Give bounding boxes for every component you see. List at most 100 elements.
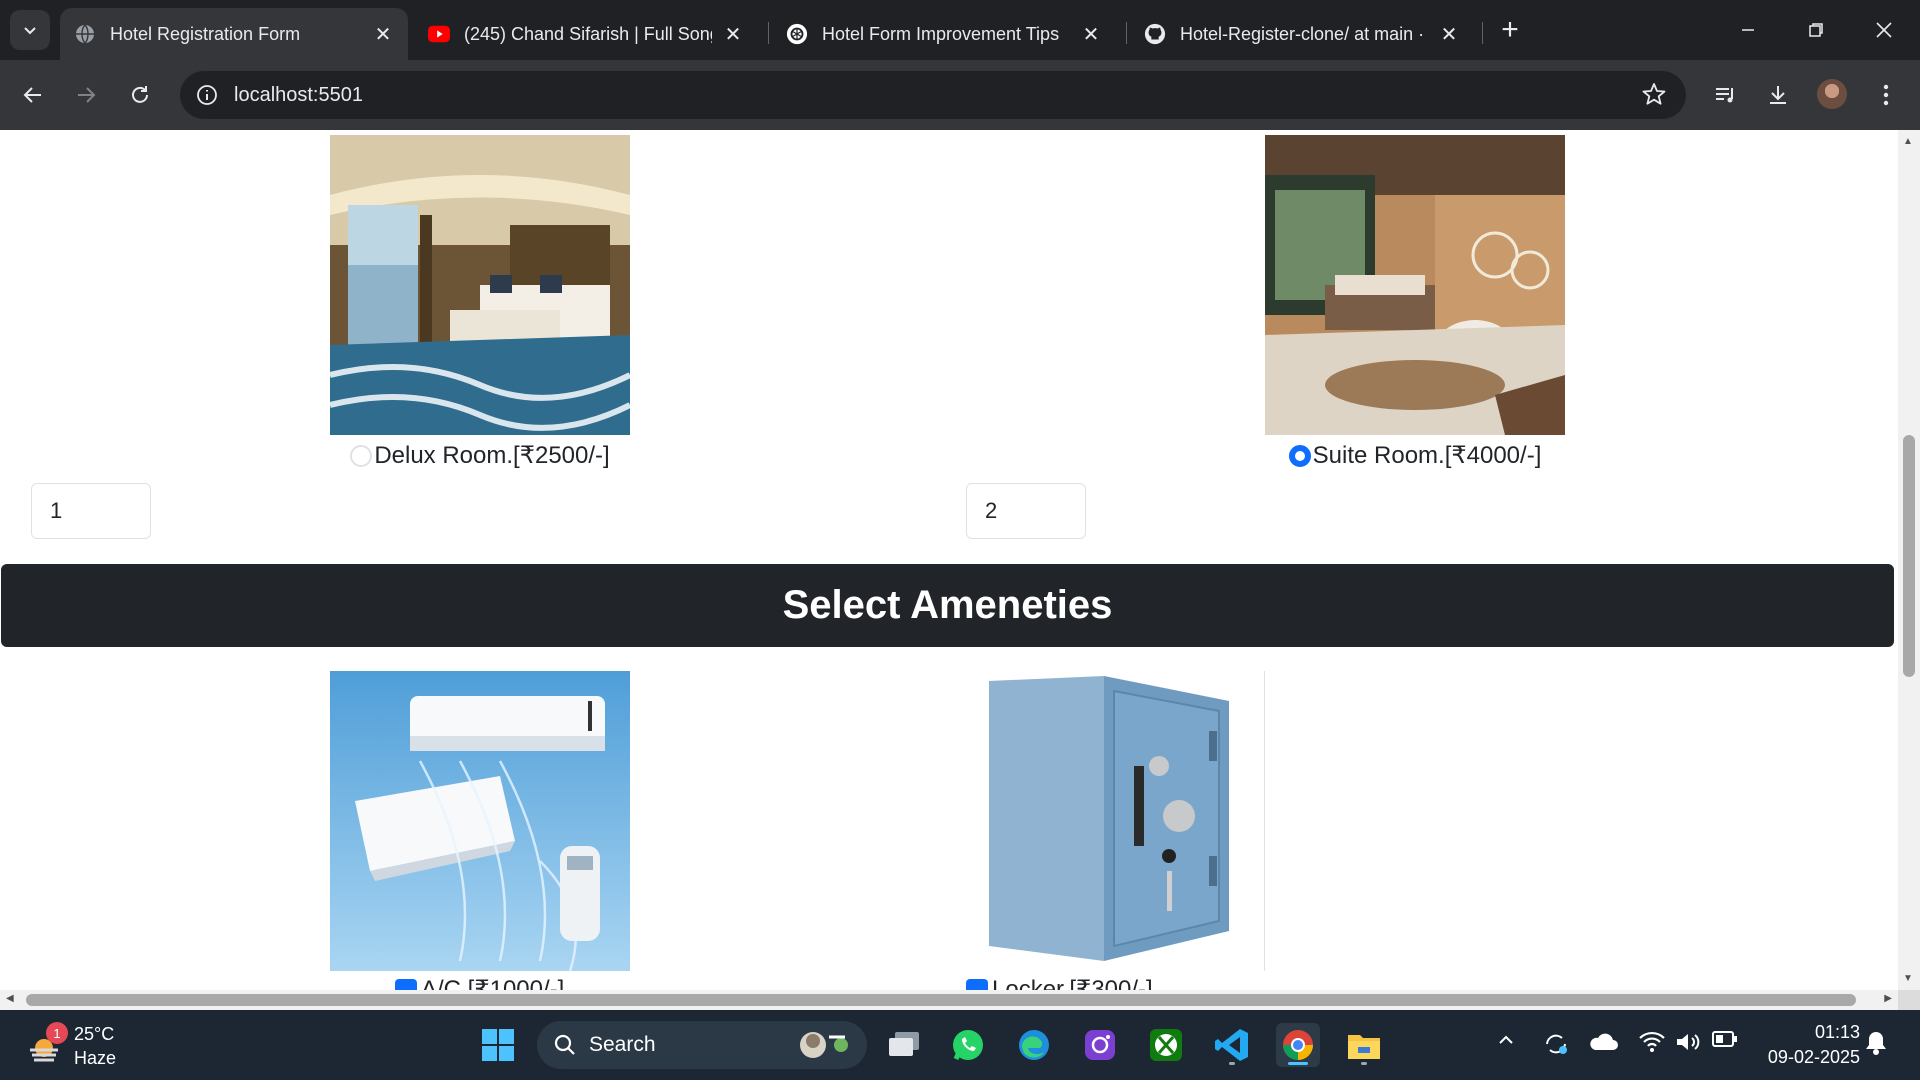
cloud-icon [1590,1033,1618,1050]
restore-icon [1809,23,1823,37]
room-option-suite[interactable]: Suite Room.[₹4000/-] [1265,441,1565,470]
running-indicator [1229,1062,1235,1065]
room-radio[interactable] [1288,444,1311,467]
windows-taskbar: 1 25°C Haze Search 01:13 09-02-2025 [0,1010,1920,1080]
tab-title: Hotel-Register-clone/ at main · [1180,23,1425,44]
tab-title: Hotel Form Improvement Tips [822,23,1060,44]
tab-title: (245) Chand Sifarish | Full Song [464,23,712,44]
reload-button[interactable] [120,75,160,115]
close-window-button[interactable] [1856,8,1912,52]
url-text[interactable]: localhost:5501 [234,84,363,107]
notification-center-button[interactable] [1864,1030,1888,1056]
room-label-text: Delux Room.[₹2500/-] [374,442,610,469]
battery-tray-button[interactable] [1712,1030,1738,1048]
taskbar-clock[interactable]: 01:13 09-02-2025 [1768,1020,1860,1070]
minimize-button[interactable] [1720,8,1776,52]
close-tab-icon[interactable]: ✕ [372,23,394,46]
instagram-icon [1085,1030,1115,1060]
reload-icon [132,86,148,103]
room-option-delux[interactable]: Delux Room.[₹2500/-] [330,441,630,470]
close-tab-icon[interactable]: ✕ [722,23,744,46]
whatsapp-icon [953,1030,983,1060]
tab-search-button[interactable] [10,10,50,50]
openai-icon [786,23,808,45]
chevron-down-icon [24,27,36,35]
restore-button[interactable] [1788,8,1844,52]
forward-button[interactable] [66,75,106,115]
scroll-down-icon[interactable]: ▼ [1903,973,1913,984]
scrollbar-thumb[interactable] [1903,435,1915,677]
folder-icon [1348,1035,1380,1059]
room-card-delux: Delux Room.[₹2500/-] [330,135,630,470]
show-hidden-icons-button[interactable] [1496,1030,1516,1050]
globe-icon [74,23,96,45]
tab-github[interactable]: Hotel-Register-clone/ at main · ✕ [1130,8,1474,60]
browser-toolbar: localhost:5501 [0,60,1920,130]
weather-temperature: 25°C [74,1024,115,1044]
edge-button[interactable] [1012,1023,1056,1067]
tab-separator [768,22,769,44]
scroll-right-icon[interactable]: ▶ [1884,993,1892,1004]
github-icon [1144,23,1166,45]
scrollbar-corner [1898,990,1920,1010]
sync-tray-button[interactable] [1542,1030,1570,1058]
taskbar-search[interactable]: Search [537,1021,867,1069]
horizontal-scrollbar[interactable]: ◀ ▶ [0,990,1898,1010]
more-vertical-icon [1883,84,1889,106]
bookmark-star-icon[interactable] [1642,82,1666,111]
volume-tray-button[interactable] [1674,1030,1702,1054]
room-radio[interactable] [350,444,373,467]
tab-title: Hotel Registration Form [110,23,301,44]
weather-haze-icon: 1 [26,1022,68,1066]
onedrive-tray-button[interactable] [1588,1030,1618,1052]
new-tab-button[interactable]: + [1494,13,1526,46]
arrow-left-icon [23,87,41,103]
wifi-icon [1639,1031,1665,1052]
running-indicator [1361,1062,1367,1065]
tab-youtube[interactable]: (245) Chand Sifarish | Full Song ✕ [414,8,758,60]
suite-quantity-input[interactable]: 2 [966,483,1086,539]
tab-separator [1126,22,1127,44]
task-view-icon [889,1032,919,1056]
tab-hotel-registration[interactable]: Hotel Registration Form ✕ [60,8,408,60]
minimize-icon [1742,29,1754,31]
file-explorer-button[interactable] [1342,1023,1386,1067]
section-title: Select Ameneties [782,583,1113,627]
chrome-icon [1283,1030,1313,1060]
scroll-up-icon[interactable]: ▲ [1903,136,1913,147]
start-button[interactable] [476,1023,520,1067]
xbox-button[interactable] [1144,1023,1188,1067]
delux-quantity-input[interactable]: 1 [31,483,151,539]
weather-widget[interactable]: 1 25°C Haze [26,1022,116,1070]
close-tab-icon[interactable]: ✕ [1080,23,1102,46]
task-view-button[interactable] [882,1023,926,1067]
vscode-button[interactable] [1210,1023,1254,1067]
suite-room-image [1265,135,1565,435]
whatsapp-button[interactable] [946,1023,990,1067]
wifi-tray-button[interactable] [1638,1030,1666,1054]
weather-condition: Haze [74,1048,117,1068]
back-button[interactable] [13,75,53,115]
chrome-menu-button[interactable] [1866,75,1906,115]
bell-icon [1866,1032,1886,1055]
search-icon [554,1034,575,1055]
site-info-icon[interactable] [194,82,220,108]
close-tab-icon[interactable]: ✕ [1438,23,1460,46]
scrollbar-thumb[interactable] [26,994,1856,1006]
amenity-divider [1264,671,1265,971]
address-bar[interactable]: localhost:5501 [180,71,1686,119]
chrome-button[interactable] [1276,1023,1320,1067]
amenities-section-header: Select Ameneties [1,564,1894,647]
downloads-button[interactable] [1758,75,1798,115]
volume-icon [1677,1034,1700,1050]
tab-strip: Hotel Registration Form ✕ (245) Chand Si… [0,0,1920,60]
search-highlight-icon [800,1032,848,1058]
edge-icon [1019,1030,1049,1060]
instagram-button[interactable] [1078,1023,1122,1067]
profile-avatar[interactable] [1817,79,1847,109]
locker-image [964,671,1264,971]
vertical-scrollbar[interactable]: ▲ ▼ [1898,130,1920,990]
scroll-left-icon[interactable]: ◀ [6,993,14,1004]
tab-chatgpt[interactable]: Hotel Form Improvement Tips ✕ [772,8,1116,60]
reading-list-button[interactable] [1705,75,1745,115]
